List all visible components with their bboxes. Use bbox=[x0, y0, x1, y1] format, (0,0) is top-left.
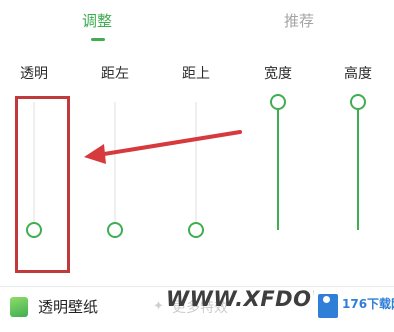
tab-recommend[interactable]: 推荐 bbox=[282, 12, 316, 30]
watermark-logo-text: 176下载网 bbox=[342, 297, 394, 311]
watermark-text: WWW.XFDOW bbox=[166, 287, 336, 311]
slider-track-height[interactable] bbox=[357, 102, 359, 230]
transparent-wallpaper-button[interactable]: 透明壁纸 bbox=[38, 298, 98, 316]
slider-label-width: 宽度 bbox=[264, 66, 292, 82]
magic-wand-icon: ✦ bbox=[153, 299, 164, 314]
slider-label-top-offset: 距上 bbox=[182, 66, 210, 82]
annotation-arrow-icon bbox=[84, 130, 242, 164]
slider-thumb-height[interactable] bbox=[350, 94, 366, 110]
slider-thumb-width[interactable] bbox=[270, 94, 286, 110]
tab-adjust[interactable]: 调整 bbox=[80, 12, 114, 30]
highlight-box bbox=[15, 96, 70, 273]
slider-label-left-offset: 距左 bbox=[101, 66, 129, 82]
slider-fill-height bbox=[357, 102, 359, 230]
slider-thumb-top-offset[interactable] bbox=[188, 222, 204, 238]
active-tab-indicator bbox=[91, 38, 105, 41]
wallpaper-icon bbox=[10, 297, 28, 317]
slider-thumb-left-offset[interactable] bbox=[107, 222, 123, 238]
logo-dot-icon bbox=[323, 296, 330, 303]
slider-track-width[interactable] bbox=[277, 102, 279, 230]
slider-fill-width bbox=[277, 102, 279, 230]
slider-label-height: 高度 bbox=[344, 66, 372, 82]
slider-label-opacity: 透明 bbox=[20, 66, 48, 82]
